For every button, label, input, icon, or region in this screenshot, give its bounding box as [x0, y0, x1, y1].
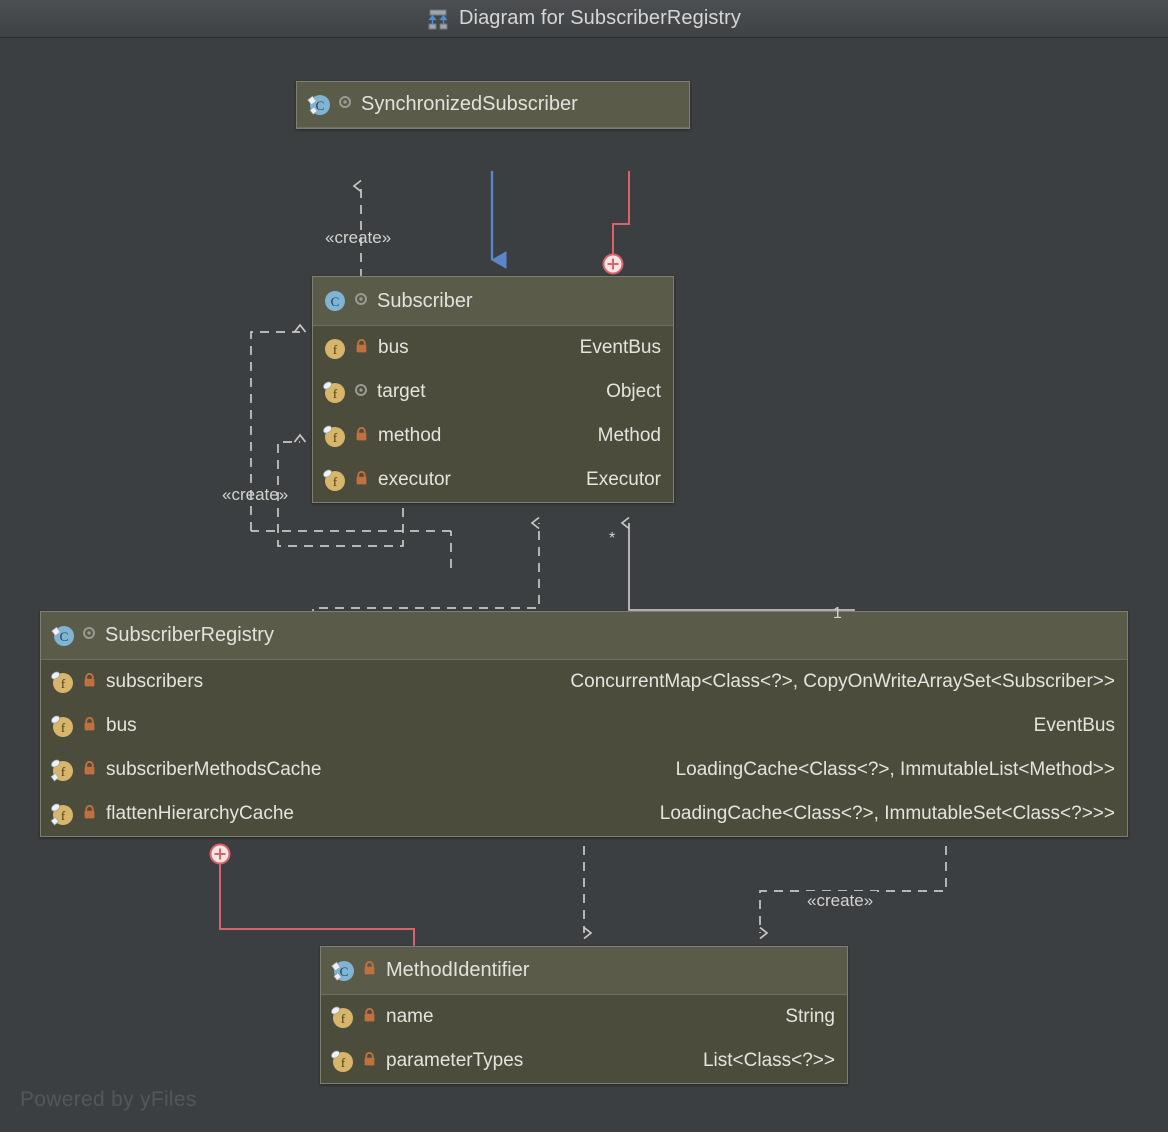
field-name: target: [377, 381, 426, 402]
field-type: List<Class<?>>: [702, 1050, 835, 1071]
field-icon: f: [50, 801, 76, 827]
field-name: method: [378, 425, 442, 446]
svg-text:f: f: [333, 430, 338, 445]
field-row[interactable]: f parameterTypes List<Class<?>>: [321, 1039, 847, 1083]
field-row[interactable]: f subscribers ConcurrentMap<Class<?>, Co…: [41, 660, 1127, 704]
class-fields: f bus EventBus f target Object f method …: [313, 326, 673, 502]
edge-inner-class-subscriber: [602, 171, 630, 275]
svg-text:f: f: [333, 474, 338, 489]
field-name: subscriberMethodsCache: [106, 759, 322, 780]
field-name: bus: [106, 715, 137, 736]
field-type: EventBus: [1033, 715, 1115, 736]
private-lock-icon: [82, 760, 97, 781]
field-icon: f: [50, 757, 76, 783]
svg-text:f: f: [61, 676, 66, 691]
package-private-icon: [338, 95, 352, 114]
diagram-canvas[interactable]: «create» «create» «create» * 1 C Synchro…: [0, 38, 1168, 1132]
field-name: flattenHierarchyCache: [106, 803, 294, 824]
class-header[interactable]: C SubscriberRegistry: [41, 612, 1127, 660]
edge-label-create-bottom: «create»: [803, 891, 878, 911]
private-lock-icon: [82, 672, 97, 693]
package-private-icon: [354, 292, 368, 311]
edge-inner-class-methodidentifier: [209, 843, 415, 948]
field-type: Object: [606, 381, 661, 402]
field-type: String: [785, 1006, 835, 1027]
class-node-subscriberregistry[interactable]: C SubscriberRegistry f subscribers Concu…: [40, 611, 1128, 837]
class-name: SynchronizedSubscriber: [361, 93, 578, 115]
field-type: EventBus: [579, 337, 661, 358]
private-lock-icon: [354, 426, 369, 447]
field-name: parameterTypes: [386, 1050, 524, 1071]
private-lock-icon: [354, 470, 369, 491]
class-fields: f name String f parameterTypes List<Clas…: [321, 995, 847, 1083]
svg-text:f: f: [341, 1055, 346, 1070]
private-lock-icon: [362, 1007, 377, 1028]
svg-text:C: C: [60, 629, 69, 644]
field-name: bus: [378, 337, 409, 358]
package-private-icon: [82, 626, 96, 645]
field-icon: f: [330, 1004, 356, 1030]
field-icon: f: [322, 467, 348, 493]
multiplicity-many: *: [609, 530, 616, 547]
field-icon: f: [50, 713, 76, 739]
field-name: executor: [378, 469, 451, 490]
field-type: Method: [597, 425, 661, 446]
private-lock-icon: [82, 716, 97, 737]
window-titlebar: Diagram for SubscriberRegistry: [0, 0, 1168, 38]
field-row[interactable]: f flattenHierarchyCache LoadingCache<Cla…: [41, 792, 1127, 836]
class-node-methodidentifier[interactable]: C MethodIdentifier f name String f param…: [320, 946, 848, 1084]
private-lock-icon: [82, 804, 97, 825]
field-type: LoadingCache<Class<?>, ImmutableSet<Clas…: [659, 803, 1115, 824]
svg-text:f: f: [333, 386, 338, 401]
field-icon: f: [322, 423, 348, 449]
multiplicity-one: 1: [833, 605, 842, 622]
yfiles-watermark: Powered by yFiles: [20, 1088, 197, 1111]
field-icon: f: [322, 335, 348, 361]
svg-text:f: f: [61, 720, 66, 735]
field-icon: f: [322, 379, 348, 405]
class-name: SubscriberRegistry: [105, 624, 274, 646]
class-node-synchronizedsubscriber[interactable]: C SynchronizedSubscriber: [296, 81, 690, 129]
field-row[interactable]: f executor Executor: [313, 458, 673, 502]
field-icon: f: [50, 669, 76, 695]
field-type: LoadingCache<Class<?>, ImmutableList<Met…: [675, 759, 1115, 780]
field-row[interactable]: f subscriberMethodsCache LoadingCache<Cl…: [41, 748, 1127, 792]
class-name: Subscriber: [377, 289, 473, 312]
class-icon: C: [50, 623, 76, 649]
window-title: Diagram for SubscriberRegistry: [459, 7, 741, 29]
field-name: name: [386, 1006, 434, 1027]
svg-text:f: f: [61, 808, 66, 823]
svg-text:f: f: [333, 342, 338, 357]
edge-label-create-top: «create»: [325, 228, 392, 247]
field-type: Executor: [586, 469, 661, 490]
field-row[interactable]: f bus EventBus: [41, 704, 1127, 748]
diagram-icon: [427, 8, 449, 30]
edge-create-methodidentifier: [759, 846, 947, 940]
private-lock-icon: [362, 1051, 377, 1072]
field-type: ConcurrentMap<Class<?>, CopyOnWriteArray…: [570, 671, 1115, 692]
field-row[interactable]: f bus EventBus: [313, 326, 673, 370]
class-fields: f subscribers ConcurrentMap<Class<?>, Co…: [41, 660, 1127, 836]
field-row[interactable]: f target Object: [313, 370, 673, 414]
field-name: subscribers: [106, 671, 204, 692]
svg-text:C: C: [331, 294, 340, 309]
package-private-icon: [354, 383, 368, 402]
class-icon: C: [322, 288, 348, 314]
class-header[interactable]: C MethodIdentifier: [321, 947, 847, 995]
class-name: MethodIdentifier: [386, 959, 530, 981]
class-node-subscriber[interactable]: C Subscriber f bus EventBus f target Obj…: [312, 276, 674, 503]
svg-text:f: f: [61, 764, 66, 779]
class-header[interactable]: C SynchronizedSubscriber: [297, 82, 689, 128]
field-icon: f: [330, 1048, 356, 1074]
edge-label-create-left: «create»: [222, 485, 289, 504]
private-lock-icon: [354, 338, 369, 359]
field-row[interactable]: f method Method: [313, 414, 673, 458]
class-header[interactable]: C Subscriber: [313, 277, 673, 326]
private-lock-icon: [362, 960, 377, 981]
class-icon: C: [330, 958, 356, 984]
field-row[interactable]: f name String: [321, 995, 847, 1039]
class-icon: C: [306, 92, 332, 118]
svg-text:f: f: [341, 1011, 346, 1026]
